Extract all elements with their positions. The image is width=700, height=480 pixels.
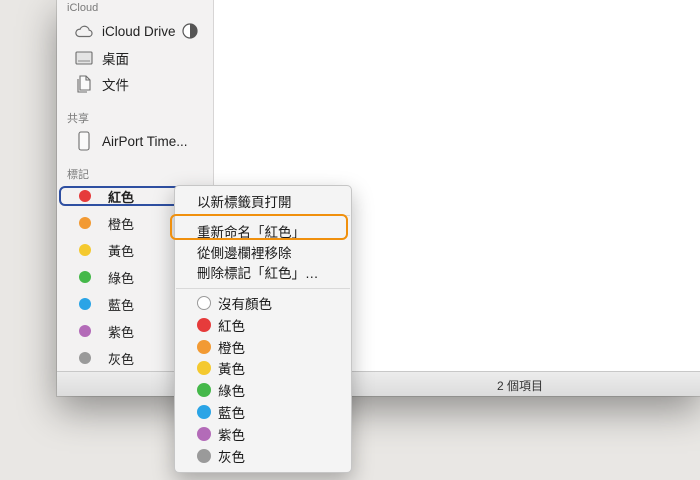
green-tag-icon (79, 271, 91, 283)
sidebar-tag-label: 紅色 (108, 189, 135, 205)
item-count: 2 個項目 (496, 379, 543, 393)
desktop-icon (73, 49, 95, 67)
menu-separator (176, 288, 350, 289)
menu-item-remove-from-sidebar[interactable]: 從側邊欄裡移除 (197, 242, 292, 262)
status-bar: 2 個項目 (57, 371, 700, 396)
menu-color-label: 橙色 (218, 341, 245, 356)
sidebar-item-desktop[interactable]: 桌面 (73, 47, 213, 69)
menu-color-label: 藍色 (218, 406, 245, 421)
purple-tag-icon (79, 325, 91, 337)
sidebar-item-documents[interactable]: 文件 (73, 73, 213, 95)
blue-color-icon (197, 405, 211, 419)
finder-window: iCloud iCloud Drive 桌面 文件 共享 AirPort Tim… (57, 0, 700, 396)
sidebar-item-label: iCloud Drive (102, 23, 176, 39)
sidebar-item-icloud-drive[interactable]: iCloud Drive (73, 20, 213, 42)
menu-color-label: 紫色 (218, 428, 245, 443)
menu-color-label: 紅色 (218, 319, 245, 334)
menu-color-purple[interactable]: 紫色 (197, 424, 245, 444)
menu-color-red[interactable]: 紅色 (197, 315, 245, 335)
green-color-icon (197, 383, 211, 397)
sidebar-tag-label: 黃色 (108, 243, 135, 259)
sidebar-tag-label: 橙色 (108, 216, 135, 232)
menu-color-label: 灰色 (218, 450, 245, 465)
yellow-tag-icon (79, 244, 91, 256)
shared-section-header: 共享 (67, 113, 89, 125)
menu-color-label: 綠色 (218, 384, 245, 399)
gray-tag-icon (79, 352, 91, 364)
cloud-icon (73, 22, 95, 40)
menu-color-none[interactable]: 沒有顏色 (197, 293, 272, 313)
menu-color-blue[interactable]: 藍色 (197, 402, 245, 422)
menu-color-label: 沒有顏色 (218, 297, 272, 312)
airport-device-icon (73, 131, 95, 151)
tags-section-header: 標記 (67, 169, 89, 181)
menu-color-orange[interactable]: 橙色 (197, 337, 245, 357)
orange-tag-icon (79, 217, 91, 229)
no-color-icon (197, 296, 211, 310)
sidebar-item-airport[interactable]: AirPort Time... (73, 130, 213, 152)
menu-color-yellow[interactable]: 黃色 (197, 358, 245, 378)
red-color-icon (197, 318, 211, 332)
icloud-section-header: iCloud (67, 2, 99, 14)
menu-item-delete-tag[interactable]: 刪除標記「紅色」… (197, 262, 319, 282)
icloud-usage-icon[interactable] (181, 23, 198, 39)
sidebar-tag-red[interactable]: 紅色 (59, 186, 181, 206)
gray-color-icon (197, 449, 211, 463)
sidebar-item-label: 文件 (102, 78, 129, 93)
sidebar-item-label: AirPort Time... (102, 133, 188, 149)
sidebar-item-label: 桌面 (102, 52, 129, 67)
rename-highlight-outline (170, 214, 348, 240)
menu-item-open-in-new-tab[interactable]: 以新標籤頁打開 (197, 191, 292, 211)
menu-color-green[interactable]: 綠色 (197, 380, 245, 400)
menu-color-label: 黃色 (218, 362, 245, 377)
menu-color-gray[interactable]: 灰色 (197, 446, 245, 466)
sidebar-tag-label: 灰色 (108, 351, 135, 367)
red-tag-icon (79, 190, 91, 202)
documents-icon (73, 75, 95, 93)
blue-tag-icon (79, 298, 91, 310)
sidebar-tag-label: 藍色 (108, 297, 135, 313)
yellow-color-icon (197, 361, 211, 375)
purple-color-icon (197, 427, 211, 441)
orange-color-icon (197, 340, 211, 354)
sidebar-tag-label: 綠色 (108, 270, 135, 286)
sidebar-tag-label: 紫色 (108, 324, 135, 340)
